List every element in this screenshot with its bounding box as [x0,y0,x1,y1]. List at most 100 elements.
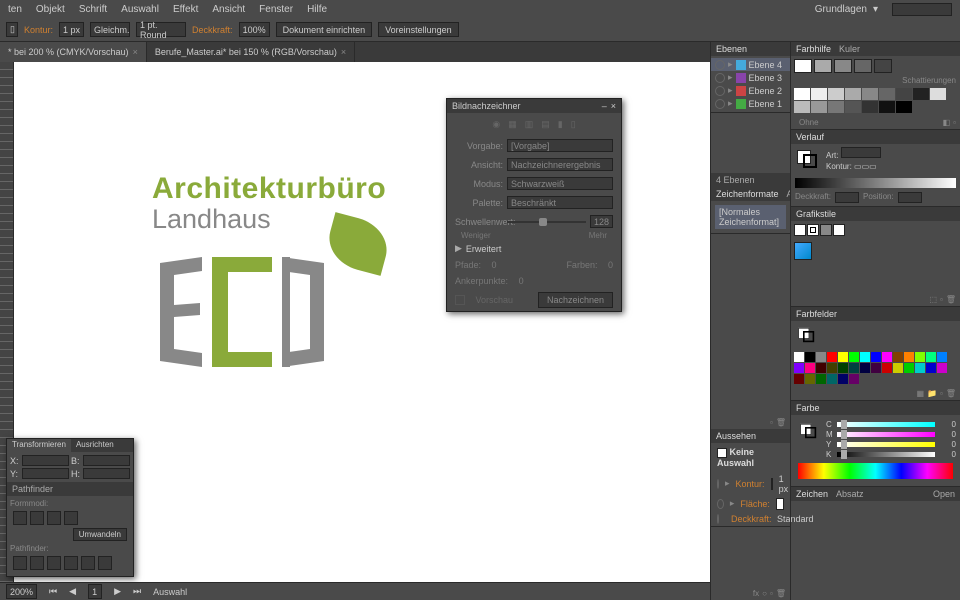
merge-icon[interactable] [47,556,61,570]
color-swatch[interactable] [854,59,872,73]
opacity-input[interactable]: 100% [239,22,270,37]
swatch[interactable] [827,363,837,373]
swatch[interactable] [838,363,848,373]
visibility-icon[interactable] [717,479,719,489]
swatches-tab[interactable]: Farbfelder [796,309,837,319]
k-value[interactable]: 0 [938,450,956,459]
menu-item[interactable]: Schrift [79,4,107,15]
workspace-switcher[interactable]: Grundlagen ▾ [815,4,878,15]
gray-swatch[interactable] [862,101,878,113]
layer-row[interactable]: ▸Ebene 2 [711,84,790,97]
transform-panel[interactable]: Transformieren Ausrichten X: B: Y: H: Pa… [6,438,134,577]
swatch[interactable] [882,363,892,373]
artboard-num-input[interactable]: 1 [88,584,102,599]
char-style-item[interactable]: [Normales Zeichenformat] [715,205,786,229]
kuler-tab[interactable]: Kuler [839,44,860,54]
y-input[interactable] [22,468,69,479]
menu-item[interactable]: Hilfe [307,4,327,15]
exclude-icon[interactable] [64,511,78,525]
h-input[interactable] [83,468,130,479]
image-trace-panel[interactable]: Bildnachzeichner – × ◉ ▦ ▥ ▤ ▮ ▯ Vorgabe… [446,98,622,312]
gray-swatch[interactable] [913,88,929,100]
color-swatch[interactable] [814,59,832,73]
close-icon[interactable]: × [133,47,138,57]
swatch[interactable] [816,363,826,373]
gray-swatch[interactable] [845,88,861,100]
layer-name[interactable]: Ebene 1 [749,99,783,109]
visibility-icon[interactable] [715,60,725,70]
swatch[interactable] [926,352,936,362]
palette-select[interactable]: Beschränkt [507,196,613,209]
swatch[interactable] [838,374,848,384]
swatch[interactable] [915,363,925,373]
gray-swatch[interactable] [862,88,878,100]
swatch[interactable] [794,363,804,373]
swatch[interactable] [937,363,947,373]
gray-swatch[interactable] [828,88,844,100]
menu-item[interactable]: Auswahl [121,4,159,15]
nav-next-icon[interactable]: ▶ [114,586,121,597]
position-input[interactable] [898,192,922,203]
crop-icon[interactable] [64,556,78,570]
gray-swatch[interactable] [896,101,912,113]
colorguide-tab[interactable]: Farbhilfe [796,44,831,54]
gray-swatch[interactable] [794,88,810,100]
visibility-icon[interactable] [715,99,725,109]
chevron-right-icon[interactable]: ▸ [730,498,735,509]
trash-icon[interactable]: 🗑 [946,389,956,398]
minus-front-icon[interactable] [30,511,44,525]
zoom-input[interactable]: 200% [6,584,37,599]
document-setup-button[interactable]: Dokument einrichten [276,22,373,37]
style-thumb[interactable] [794,242,812,260]
menu-item[interactable]: Objekt [36,4,65,15]
swatch[interactable] [860,352,870,362]
edit-icon[interactable]: ◧ [943,118,951,127]
mode-select[interactable]: Schwarzweiß [507,177,613,190]
new-icon[interactable]: ▫ [770,418,773,427]
gray-swatch[interactable] [896,88,912,100]
w-input[interactable] [83,455,130,466]
preferences-button[interactable]: Voreinstellungen [378,22,459,37]
swatch[interactable] [794,352,804,362]
swatch[interactable] [805,363,815,373]
advanced-toggle[interactable]: ▶ Erweitert [447,240,621,257]
layer-name[interactable]: Ebene 3 [749,73,783,83]
layers-tab[interactable]: Ebenen [716,44,747,54]
trim-icon[interactable] [30,556,44,570]
fill-stroke-icon[interactable] [798,328,816,342]
clear-icon[interactable]: ○ [762,589,767,598]
layer-row[interactable]: ▸ Ebene 4 [711,58,790,71]
visibility-icon[interactable] [715,73,725,83]
layer-row[interactable]: ▸Ebene 1 [711,97,790,110]
preset-icon[interactable]: ▦ [508,119,517,130]
chevron-right-icon[interactable]: ▸ [728,59,733,70]
swatch[interactable] [805,374,815,384]
menu-item[interactable]: Ansicht [212,4,245,15]
layer-name[interactable]: Ebene 4 [749,60,783,70]
view-select[interactable]: Nachzeichnerergebnis [507,158,613,171]
minus-back-icon[interactable] [98,556,112,570]
trash-icon[interactable]: 🗑 [946,295,956,304]
document-tab[interactable]: Berufe_Master.ai* bei 150 % (RGB/Vorscha… [147,42,355,62]
paragraph-tab[interactable]: Absatz [836,489,864,499]
stroke-style-select[interactable]: Gleichm. [90,22,130,37]
k-slider[interactable] [837,452,935,457]
character-tab[interactable]: Zeichen [796,489,828,499]
new-icon[interactable]: ▫ [770,589,773,598]
visibility-icon[interactable] [717,514,719,524]
preset-icon[interactable]: ◉ [492,119,500,130]
color-tab[interactable]: Farbe [796,403,820,413]
chevron-right-icon[interactable]: ▸ [728,85,733,96]
gray-swatch[interactable] [879,101,895,113]
color-swatch[interactable] [874,59,892,73]
color-swatch[interactable] [794,59,812,73]
swatch[interactable] [794,374,804,384]
close-icon[interactable]: × [341,47,346,57]
preset-icon[interactable]: ▮ [558,119,563,130]
divide-icon[interactable] [13,556,27,570]
swatch[interactable] [860,363,870,373]
m-slider[interactable] [837,432,935,437]
gray-swatch[interactable] [845,101,861,113]
x-input[interactable] [22,455,69,466]
layer-row[interactable]: ▸Ebene 3 [711,71,790,84]
